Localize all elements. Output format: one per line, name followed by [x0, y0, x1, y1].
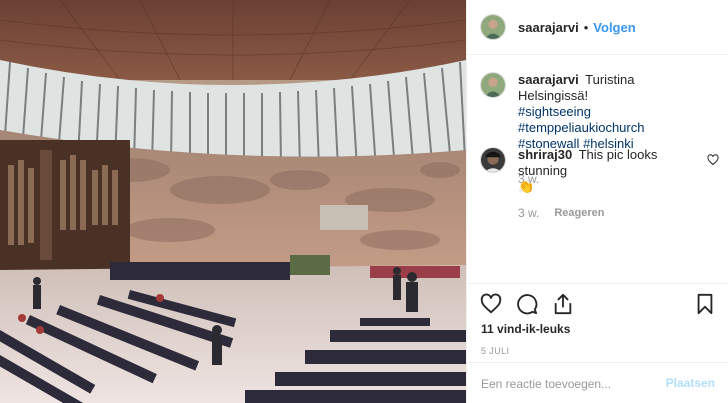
caption-avatar[interactable] [480, 72, 506, 98]
bookmark-icon[interactable] [694, 293, 716, 315]
author-username[interactable]: saarajarvi [518, 20, 579, 35]
avatar-image [481, 15, 505, 39]
comment-author[interactable]: shriraj30 [518, 147, 572, 162]
avatar-image [481, 73, 505, 97]
post-actions: 11 vind-ik-leuks 5 JULI [467, 283, 728, 356]
header-separator: • [583, 19, 589, 35]
follow-button[interactable]: Volgen [593, 20, 635, 35]
commenter-avatar[interactable] [480, 147, 506, 173]
heart-icon[interactable] [480, 293, 502, 315]
author-avatar[interactable] [480, 14, 506, 40]
share-icon[interactable] [552, 293, 574, 315]
action-icons [480, 293, 574, 315]
comment-time[interactable]: 3 w. [518, 205, 539, 221]
caption-author[interactable]: saarajarvi [518, 72, 579, 87]
reply-button[interactable]: Reageren [554, 205, 604, 221]
church-interior-image [0, 0, 466, 403]
post-sidebar: saarajarvi • Volgen saarajarvi Turistina… [466, 0, 728, 403]
add-comment-form: Plaatsen [467, 362, 728, 403]
clapping-emoji: 👏 [518, 179, 535, 194]
comment-icon[interactable] [516, 293, 538, 315]
post-photo[interactable] [0, 0, 466, 403]
comments-list[interactable]: saarajarvi Turistina Helsingissä! #sight… [467, 55, 728, 283]
comment-body: shriraj30 This pic looks stunning 👏 3 w.… [518, 147, 704, 221]
comment-like-heart-icon[interactable] [707, 154, 719, 166]
post-date[interactable]: 5 JULI [481, 346, 509, 356]
post-comment-button[interactable]: Plaatsen [666, 376, 715, 390]
likes-count[interactable]: 11 vind-ik-leuks [481, 322, 570, 336]
post-header: saarajarvi • Volgen [467, 0, 728, 55]
comment-item: shriraj30 This pic looks stunning 👏 3 w.… [480, 147, 704, 221]
comment-input[interactable] [481, 363, 661, 403]
hashtag-link[interactable]: #sightseeing [518, 104, 591, 119]
hashtag-link[interactable]: #temppeliaukiochurch [518, 120, 644, 135]
avatar-image [481, 148, 505, 172]
